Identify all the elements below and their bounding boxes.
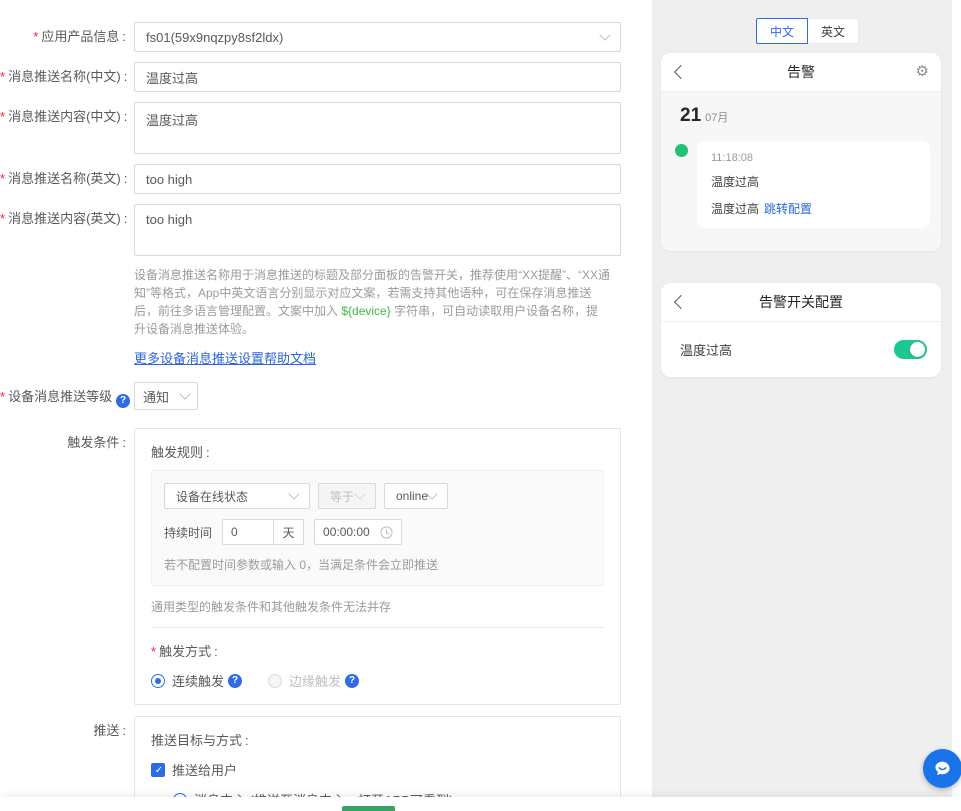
alarm-date: 21 07月 [680, 105, 728, 127]
toggle-knob [910, 342, 925, 357]
help-doc-link[interactable]: 更多设备消息推送设置帮助文档 [134, 348, 316, 367]
alarm-preview-card: 告警 ⚙ 21 07月 11:18:08 温度过高 温度过高跳转配置 [661, 53, 941, 251]
radio-off-icon [268, 674, 282, 688]
product-label: 应用产品信息 [0, 22, 134, 52]
form-row-product: 应用产品信息 fs01(59x9nqzpy8sf2ldx) [0, 22, 652, 52]
clock-icon [380, 526, 393, 539]
tab-chinese[interactable]: 中文 [756, 18, 808, 44]
trigger-condition-box: 触发规则 设备在线状态 等于 [134, 428, 621, 705]
back-chevron-icon[interactable] [674, 65, 688, 79]
chevron-down-icon [426, 488, 437, 499]
form-row-name-en: 消息推送名称(英文) too high [0, 164, 652, 194]
scrollbar-track[interactable] [952, 0, 961, 797]
name-en-label: 消息推送名称(英文) [0, 164, 134, 194]
toggle-switch[interactable] [894, 340, 927, 359]
trigger-rule-card: 设备在线状态 等于 online [151, 470, 604, 586]
chevron-down-icon [354, 488, 365, 499]
chat-support-button[interactable] [923, 749, 961, 788]
trigger-rules-title: 触发规则 [151, 442, 604, 461]
alarm-content: 温度过高跳转配置 [711, 200, 916, 217]
product-select[interactable]: fs01(59x9nqzpy8sf2ldx) [134, 22, 621, 52]
trigger-divider [151, 627, 604, 628]
trigger-label: 触发条件 [0, 428, 134, 458]
question-help-icon[interactable] [116, 394, 130, 408]
radio-message-center[interactable]: 消息中心 (推送至消息中心，打开APP可看到) [173, 790, 604, 797]
radio-continuous-trigger[interactable]: 连续触发 [151, 671, 242, 690]
trigger-note: 通用类型的触发条件和其他触发条件无法并存 [151, 598, 604, 615]
radio-edge-trigger: 边缘触发 [268, 671, 359, 690]
question-help-icon[interactable] [228, 674, 242, 688]
form-row-level: 设备消息推送等级 通知 [0, 382, 652, 412]
switch-card-title: 告警开关配置 [759, 292, 843, 312]
alarm-date-day: 21 [680, 105, 701, 126]
rule-operator-select: 等于 [318, 483, 376, 509]
tab-english[interactable]: 英文 [807, 18, 859, 44]
back-chevron-icon[interactable] [674, 295, 688, 309]
push-target-title: 推送目标与方式 [151, 730, 604, 749]
form-row-push: 推送 推送目标与方式 推送给用户 消息中心 (推送至消息中心，打开APP可看到) [0, 716, 652, 797]
alarm-title: 温度过高 [711, 173, 916, 190]
chevron-down-icon [599, 29, 610, 40]
chat-bubble-icon [932, 758, 953, 779]
gear-icon[interactable]: ⚙ [916, 63, 929, 81]
duration-time-input[interactable]: 00:00:00 [314, 519, 402, 545]
rule-property-select[interactable]: 设备在线状态 [164, 483, 310, 509]
alarm-time: 11:18:08 [711, 152, 916, 164]
alarm-switch-row: 温度过高 [661, 322, 941, 377]
duration-days-input[interactable]: 0 [222, 519, 274, 545]
name-en-input[interactable]: too high [134, 164, 621, 194]
jump-config-link[interactable]: 跳转配置 [764, 202, 812, 216]
name-cn-label: 消息推送名称(中文) [0, 62, 134, 92]
alarm-switch-label: 温度过高 [680, 340, 732, 359]
app-preview-panel: 中文 英文 告警 ⚙ 2107月 11:18:08 温度过高 温度过高跳转配置 [652, 0, 961, 797]
content-cn-textarea[interactable]: 温度过高 [134, 102, 621, 154]
form-row-name-cn: 消息推送名称(中文) 温度过高 [0, 62, 652, 92]
save-button[interactable] [342, 806, 395, 811]
push-label: 推送 [0, 716, 134, 746]
level-select[interactable]: 通知 [134, 382, 198, 410]
checkbox-checked-icon [151, 763, 165, 777]
rule-value-select[interactable]: online [384, 483, 448, 509]
question-help-icon[interactable] [345, 674, 359, 688]
content-en-label: 消息推送内容(英文) [0, 204, 134, 234]
alarm-status-dot [675, 144, 688, 157]
name-cn-input[interactable]: 温度过高 [134, 62, 621, 92]
push-config-form: 应用产品信息 fs01(59x9nqzpy8sf2ldx) 消息推送名称(中文)… [0, 0, 652, 797]
radio-on-icon [151, 674, 165, 688]
duration-unit: 天 [274, 519, 304, 545]
content-cn-label: 消息推送内容(中文) [0, 102, 134, 132]
push-message-config-screen: 应用产品信息 fs01(59x9nqzpy8sf2ldx) 消息推送名称(中文)… [0, 0, 961, 811]
device-token: ${device} [341, 304, 390, 318]
form-footer [0, 797, 961, 811]
level-label: 设备消息推送等级 [0, 382, 134, 412]
alarm-switch-card: 告警开关配置 温度过高 [661, 283, 941, 377]
duration-label: 持续时间 [164, 524, 212, 541]
push-name-description: 设备消息推送名称用于消息推送的标题及部分面板的告警开关，推荐使用“XX提醒”、“… [134, 266, 610, 338]
language-tabs: 中文 英文 [756, 18, 859, 44]
alarm-card-title: 告警 [787, 62, 815, 82]
product-select-value: fs01(59x9nqzpy8sf2ldx) [146, 30, 283, 45]
form-row-trigger: 触发条件 触发规则 设备在线状态 等于 [0, 428, 652, 705]
chevron-down-icon [288, 488, 299, 499]
content-en-textarea[interactable]: too high [134, 204, 621, 256]
form-row-content-en: 消息推送内容(英文) too high [0, 204, 652, 256]
alarm-message-card: 11:18:08 温度过高 温度过高跳转配置 [697, 141, 930, 228]
checkbox-push-to-user[interactable]: 推送给用户 [151, 760, 604, 779]
chevron-down-icon [179, 388, 190, 399]
form-row-content-cn: 消息推送内容(中文) 温度过高 [0, 102, 652, 154]
trigger-mode-label: 触发方式 [151, 641, 604, 660]
push-target-box: 推送目标与方式 推送给用户 消息中心 (推送至消息中心，打开APP可看到) 应用… [134, 716, 621, 797]
duration-hint: 若不配置时间参数或输入 0，当满足条件会立即推送 [164, 556, 591, 573]
alarm-date-month: 07月 [705, 112, 728, 124]
